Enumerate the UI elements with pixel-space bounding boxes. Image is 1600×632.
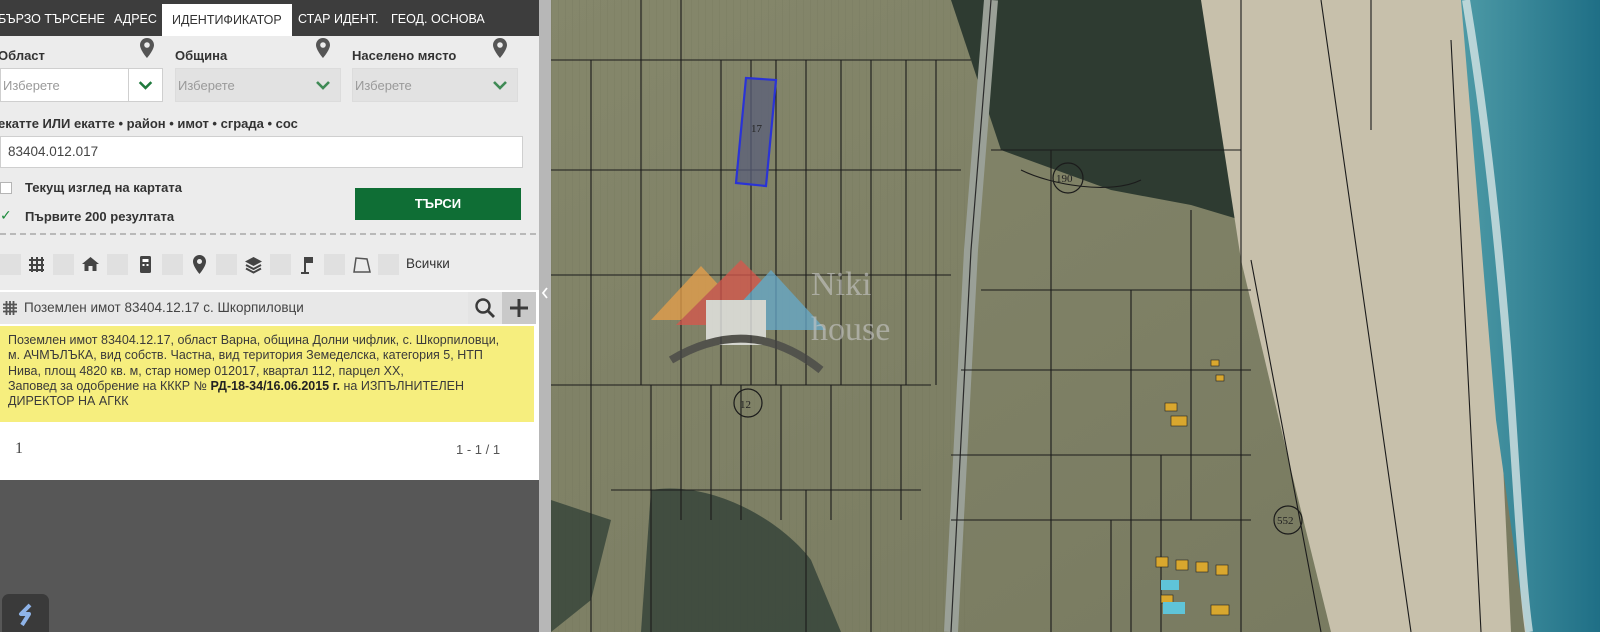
identifier-label: екатте ИЛИ екатте • район • имот • сград… xyxy=(0,116,298,131)
pagination-range: 1 - 1 / 1 xyxy=(456,442,501,457)
search-panel: БЪРЗО ТЪРСЕНЕ АДРЕС ИДЕНТИФИКАТОР СТАР И… xyxy=(0,0,539,632)
search-form: Област Община Населено място Изберете Из… xyxy=(0,36,539,324)
chevron-down-icon xyxy=(493,81,507,90)
oblast-label: Област xyxy=(0,48,45,63)
location-pin-icon[interactable] xyxy=(140,38,154,58)
watermark-text: Niki xyxy=(811,266,871,303)
zoom-to-result-button[interactable] xyxy=(468,292,502,324)
app-window: { "tabs": [ {"label": "БЪРЗО ТЪРСЕНЕ"}, … xyxy=(0,0,1600,632)
search-icon xyxy=(475,298,495,318)
order-number: РД-18-34/16.06.2015 г. xyxy=(210,378,341,393)
grid-icon xyxy=(29,257,44,272)
filter-all-label: Всички xyxy=(406,256,450,271)
add-result-button[interactable] xyxy=(502,292,536,324)
tab-bar: БЪРЗО ТЪРСЕНЕ АДРЕС ИДЕНТИФИКАТОР СТАР И… xyxy=(0,0,539,36)
current-view-label: Текущ изглед на картата xyxy=(25,180,182,195)
oblast-select[interactable]: Изберете xyxy=(0,68,163,102)
chevron-down-icon xyxy=(128,69,153,101)
toggle-panel-button[interactable] xyxy=(2,594,49,632)
order-text: Заповед за одобрение на КККР № xyxy=(8,378,208,393)
first-200-label: Първите 200 резултата xyxy=(25,209,175,224)
map-pool xyxy=(1163,602,1185,614)
layers-icon xyxy=(245,257,262,274)
result-line: ДИРЕКТОР НА АГКК xyxy=(8,394,129,409)
divider xyxy=(0,233,536,235)
plus-icon xyxy=(510,299,528,317)
quarter-label: 552 xyxy=(1277,515,1294,527)
filter-checkbox[interactable] xyxy=(270,254,291,275)
order-issuer: на ИЗПЪЛНИТЕЛЕН xyxy=(343,378,465,393)
chevron-down-icon xyxy=(316,81,330,90)
location-pin-icon[interactable] xyxy=(316,38,330,58)
building-icon xyxy=(140,256,151,273)
cadastral-map[interactable]: 17 190 12 552 Niki house xyxy=(551,0,1600,632)
result-line: м. АЧМЪЛЪКА, вид собств. Частна, вид тер… xyxy=(8,348,483,363)
pagination-page[interactable]: 1 xyxy=(15,440,23,458)
polygon-icon xyxy=(353,257,371,273)
quarter-label: 190 xyxy=(1056,173,1073,185)
tab-identifier[interactable]: ИДЕНТИФИКАТОР xyxy=(162,4,292,36)
result-title: Поземлен имот 83404.12.17 с. Шкорпиловци xyxy=(24,300,304,315)
filter-checkbox[interactable] xyxy=(216,254,237,275)
home-icon xyxy=(82,257,99,271)
tab-quick-search[interactable]: БЪРЗО ТЪРСЕНЕ xyxy=(0,0,105,36)
location-pin-icon[interactable] xyxy=(493,38,507,58)
filter-checkbox[interactable] xyxy=(0,254,21,275)
result-line: Нива, площ 4820 кв. м, стар номер 012017… xyxy=(8,363,404,378)
flag-icon xyxy=(301,257,313,274)
filter-checkbox[interactable] xyxy=(53,254,74,275)
watermark-text: house xyxy=(811,311,890,348)
identifier-input[interactable]: 83404.012.017 xyxy=(0,136,523,168)
filter-checkbox[interactable] xyxy=(162,254,183,275)
result-line: Поземлен имот 83404.12.17, област Варна,… xyxy=(8,333,500,347)
tab-old-identifier[interactable]: СТАР ИДЕНТ. xyxy=(298,0,379,36)
naseleno-select[interactable]: Изберете xyxy=(352,68,518,102)
search-button[interactable]: ТЪРСИ xyxy=(355,188,521,220)
app-logo-icon xyxy=(19,603,32,627)
filter-checkbox[interactable] xyxy=(324,254,345,275)
obshtina-select-value: Изберете xyxy=(178,78,235,93)
grid-icon xyxy=(3,301,17,315)
quarter-label: 12 xyxy=(740,399,751,411)
filter-checkbox[interactable] xyxy=(378,254,399,275)
selected-parcel-label: 17 xyxy=(751,123,763,135)
result-line: Заповед за одобрение на КККР № РД-18-34/… xyxy=(8,379,526,394)
obshtina-label: Община xyxy=(175,48,228,63)
search-panel-main: БЪРЗО ТЪРСЕНЕ АДРЕС ИДЕНТИФИКАТОР СТАР И… xyxy=(0,0,539,480)
tab-geodetic-base[interactable]: ГЕОД. ОСНОВА xyxy=(391,0,485,36)
collapse-arrow-icon xyxy=(541,287,548,299)
filter-checkbox[interactable] xyxy=(107,254,128,275)
tab-address[interactable]: АДРЕС xyxy=(114,0,157,36)
location-pin-icon xyxy=(193,255,206,274)
oblast-select-value: Изберете xyxy=(3,78,60,93)
naseleno-label: Населено място xyxy=(352,48,457,63)
checkmark-icon[interactable]: ✓ xyxy=(0,207,12,224)
panel-splitter[interactable] xyxy=(539,0,551,632)
current-view-checkbox[interactable] xyxy=(0,182,12,194)
obshtina-select[interactable]: Изберете xyxy=(175,68,341,102)
result-header[interactable]: Поземлен имот 83404.12.17 с. Шкорпиловци xyxy=(0,292,536,324)
map-pool xyxy=(1161,580,1179,590)
result-details: Поземлен имот 83404.12.17, област Варна,… xyxy=(0,326,534,422)
naseleno-select-value: Изберете xyxy=(355,78,412,93)
